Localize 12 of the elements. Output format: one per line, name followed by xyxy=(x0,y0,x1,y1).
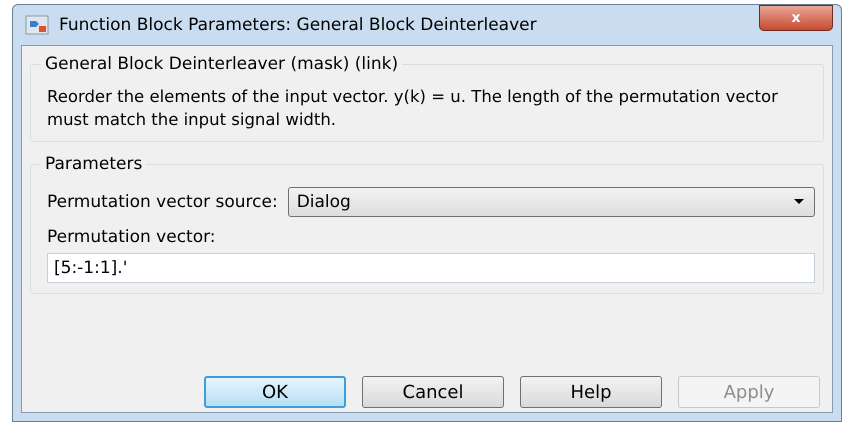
dialog-button[interactable]: Help xyxy=(520,376,662,408)
field-label: Permutation vector: xyxy=(47,227,217,247)
source-dropdown[interactable]: Dialog xyxy=(288,187,815,217)
field-label: Permutation vector source: xyxy=(47,192,278,212)
window-title: Function Block Parameters: General Block Deinterleaver xyxy=(59,15,538,35)
input-field[interactable]: [5:-1:1].' xyxy=(47,253,815,283)
caret-icon xyxy=(794,199,804,205)
dialog-button[interactable]: Cancel xyxy=(362,376,504,408)
description-text: Reorder the elements of the input vector. y(k) = u. The length of the permutation vector must match the input signal width. xyxy=(47,86,779,131)
group-title: General Block Deinterleaver (mask) (link) xyxy=(41,54,402,74)
dialog-button[interactable]: OK xyxy=(204,376,346,408)
app-icon xyxy=(25,15,49,35)
